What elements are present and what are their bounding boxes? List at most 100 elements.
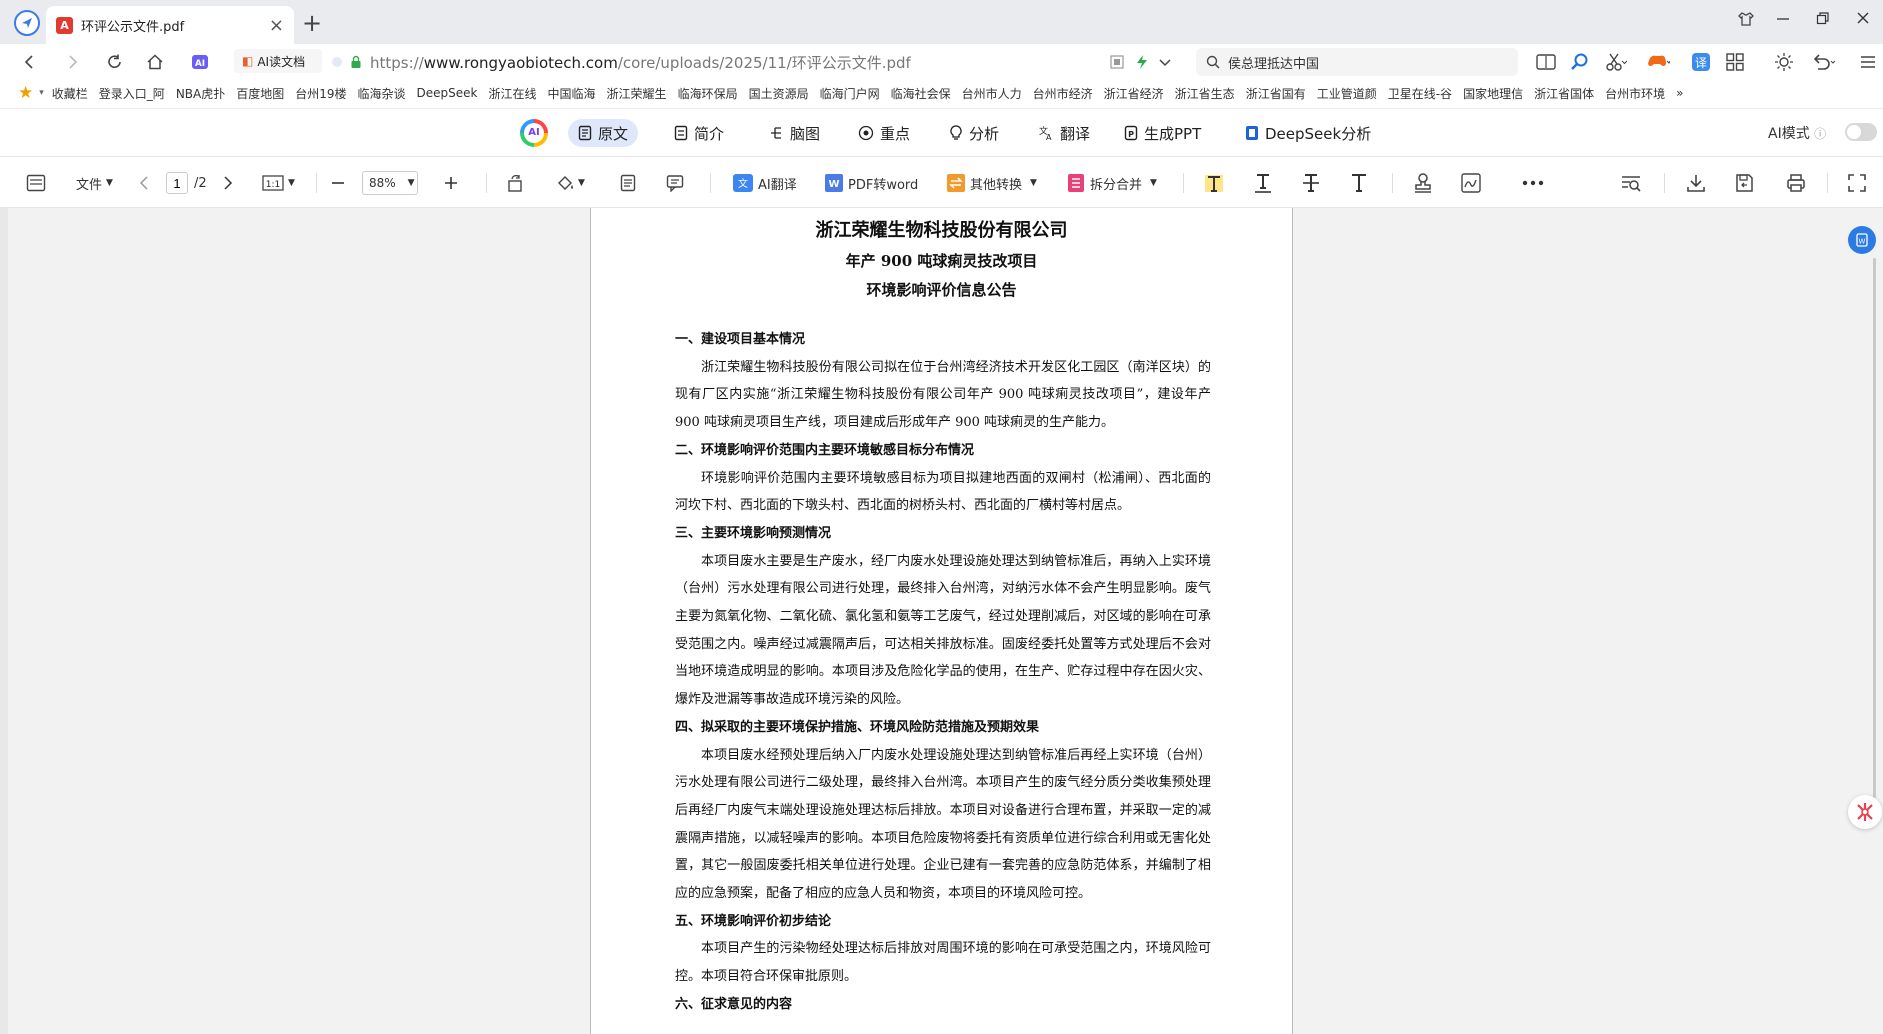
bolt-icon[interactable]	[1130, 50, 1154, 74]
tab-generate-ppt[interactable]: P 生成PPT	[1114, 119, 1211, 147]
star-icon[interactable]: ★	[18, 83, 33, 103]
rotate-icon[interactable]	[506, 171, 524, 195]
bookmark-item[interactable]: 浙江省生态	[1175, 85, 1235, 102]
tab-translate[interactable]: 文A 翻译	[1028, 119, 1100, 147]
more-icon[interactable]	[1522, 171, 1544, 195]
fit-page-button[interactable]: 1:1 ▼	[262, 171, 295, 195]
zoom-select[interactable]: 88% ▼	[362, 171, 418, 195]
chevron-down-icon[interactable]	[1153, 50, 1177, 74]
bookmark-item[interactable]: 浙江省国体	[1534, 85, 1594, 102]
bookmark-item[interactable]: 国家地理信	[1463, 85, 1523, 102]
comment-icon[interactable]	[666, 171, 684, 195]
floating-ai-assistant-icon[interactable]	[1848, 795, 1882, 829]
search-document-icon[interactable]	[1620, 171, 1642, 195]
bookmark-item[interactable]: 浙江在线	[489, 85, 537, 102]
fullscreen-icon[interactable]	[1848, 171, 1866, 195]
shirt-skin-icon[interactable]	[1737, 10, 1763, 34]
ai-read-document-button[interactable]: ◧ AI读文档	[234, 49, 322, 73]
find-icon[interactable]	[1568, 50, 1592, 74]
zoom-in-icon[interactable]	[443, 171, 459, 195]
reader-mode-icon[interactable]	[1534, 50, 1558, 74]
bookmark-item[interactable]: 工业管道颜	[1317, 85, 1377, 102]
underline-text-icon[interactable]	[1252, 171, 1274, 195]
browser-logo-icon[interactable]	[14, 10, 40, 36]
bookmark-item[interactable]: 台州市经济	[1033, 85, 1093, 102]
bookmark-item[interactable]: 浙江省国有	[1246, 85, 1306, 102]
bookmark-item[interactable]: 台州市环境	[1605, 85, 1665, 102]
tab-original[interactable]: 原文	[568, 119, 639, 147]
site-info-icon[interactable]	[330, 55, 344, 69]
bookmark-item[interactable]: 临海杂谈	[358, 85, 406, 102]
page-number-input[interactable]	[166, 172, 188, 194]
pdf-viewer[interactable]: 浙江荣耀生物科技股份有限公司 年产 900 吨球痢灵技改项目 环境影响评价信息公…	[0, 208, 1883, 1034]
tab-close-icon[interactable]: ×	[269, 15, 284, 36]
bookmark-item[interactable]: 百度地图	[236, 85, 284, 102]
download-icon[interactable]	[1686, 171, 1706, 195]
next-page-icon[interactable]	[222, 171, 234, 195]
bookmark-item[interactable]: DeepSeek	[417, 86, 478, 100]
split-merge-button[interactable]: 拆分合并 ▼	[1066, 171, 1157, 195]
undo-icon[interactable]	[1812, 50, 1836, 74]
back-icon[interactable]	[18, 50, 42, 74]
url-field[interactable]: https://www.rongyaobiotech.com/core/uplo…	[330, 49, 1170, 75]
other-convert-button[interactable]: 其他转换 ▼	[946, 171, 1037, 195]
bookmark-item[interactable]: 登录入口_阿	[99, 85, 165, 102]
translate-icon[interactable]: 译	[1689, 50, 1713, 74]
bookmark-dropdown-icon[interactable]: ▾	[39, 88, 44, 98]
new-tab-button[interactable]: +	[302, 9, 322, 37]
bookmark-item[interactable]: 浙江荣耀生	[607, 85, 667, 102]
help-icon[interactable]: ⓘ	[1814, 127, 1826, 141]
zoom-out-icon[interactable]	[330, 171, 346, 195]
ai-mode-toggle[interactable]	[1845, 123, 1877, 141]
bookmarks-overflow-button[interactable]: »	[1676, 86, 1683, 100]
stamp-icon[interactable]	[1412, 171, 1434, 195]
print-icon[interactable]	[1786, 171, 1806, 195]
apps-grid-icon[interactable]	[1723, 50, 1747, 74]
bookmark-item[interactable]: 台州市人力	[962, 85, 1022, 102]
fill-color-icon[interactable]: ▼	[556, 171, 585, 195]
bookmark-item[interactable]: 台州19楼	[295, 85, 346, 102]
scrollbar[interactable]	[1873, 258, 1876, 798]
file-menu-button[interactable]: 文件 ▼	[76, 171, 113, 195]
ai-assistant-icon[interactable]: AI	[188, 50, 212, 74]
bookmark-item[interactable]: NBA虎扑	[176, 85, 225, 102]
brightness-icon[interactable]	[1772, 50, 1796, 74]
tab-pdf[interactable]: A 环评公示文件.pdf ×	[46, 6, 294, 44]
add-text-icon[interactable]	[1348, 171, 1370, 195]
pdf-to-word-button[interactable]: W PDF转word	[824, 171, 918, 195]
restore-icon[interactable]	[1816, 10, 1842, 34]
bookmark-item[interactable]: 中国临海	[548, 85, 596, 102]
bookmark-item[interactable]: 临海社会保	[891, 85, 951, 102]
sidebar-toggle-icon[interactable]	[26, 171, 46, 195]
prev-page-icon[interactable]	[138, 171, 150, 195]
forward-icon[interactable]	[60, 50, 84, 74]
save-as-icon[interactable]	[1734, 171, 1754, 195]
scissors-icon[interactable]	[1604, 50, 1628, 74]
tab-mindmap[interactable]: 脑图	[758, 119, 830, 147]
tab-key-points[interactable]: 重点	[848, 119, 920, 147]
game-icon[interactable]	[1646, 50, 1670, 74]
tab-analysis[interactable]: 分析	[939, 119, 1009, 147]
reload-icon[interactable]	[103, 50, 127, 74]
highlight-text-icon[interactable]	[1203, 171, 1225, 195]
bookmark-item[interactable]: 临海门户网	[820, 85, 880, 102]
strikethrough-text-icon[interactable]	[1300, 171, 1322, 195]
tab-summary[interactable]: 简介	[664, 119, 734, 147]
bookmark-item[interactable]: 卫星在线-谷	[1388, 85, 1452, 102]
qr-code-icon[interactable]	[1105, 50, 1129, 74]
page-view-icon[interactable]	[620, 171, 636, 195]
minimize-icon[interactable]	[1776, 10, 1802, 34]
home-icon[interactable]	[143, 50, 167, 74]
close-window-icon[interactable]	[1856, 10, 1882, 34]
signature-icon[interactable]	[1460, 171, 1482, 195]
menu-icon[interactable]	[1856, 50, 1880, 74]
bookmark-item[interactable]: 临海环保局	[678, 85, 738, 102]
ai-logo-icon[interactable]	[520, 119, 548, 147]
search-input[interactable]: 侯总理抵达中国	[1196, 48, 1518, 76]
ai-translate-button[interactable]: 文 AI翻译	[732, 171, 797, 195]
bookmark-item[interactable]: 收藏栏	[52, 85, 88, 102]
bookmark-item[interactable]: 浙江省经济	[1104, 85, 1164, 102]
tab-deepseek-analysis[interactable]: DeepSeek分析	[1235, 119, 1381, 147]
floating-word-icon[interactable]: W	[1848, 226, 1876, 254]
bookmark-item[interactable]: 国土资源局	[749, 85, 809, 102]
